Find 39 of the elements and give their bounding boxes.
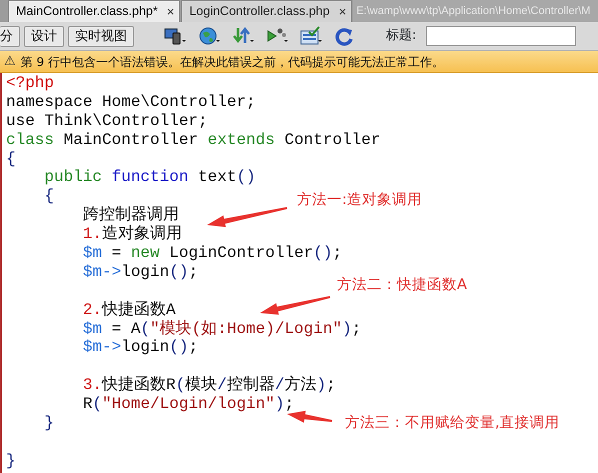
annotation-text: 方法二：快捷函数A bbox=[337, 276, 467, 295]
code-line: } bbox=[5, 452, 16, 471]
code-line: { bbox=[5, 150, 16, 168]
view-button[interactable]: 设计 bbox=[24, 26, 64, 46]
annotation-text: 方法一:造对象调用 bbox=[297, 190, 422, 210]
code-line: 3.快捷函数R(模块/控制器/方法); bbox=[82, 376, 336, 396]
warning-icon: ⚠ bbox=[4, 52, 16, 72]
view-button[interactable]: 分 bbox=[0, 26, 20, 46]
title-label: 标题: bbox=[386, 27, 416, 46]
code-line: 1.造对象调用 bbox=[82, 225, 182, 244]
code-line: $m->login(); bbox=[82, 262, 198, 282]
code-line: $m->login(); bbox=[82, 338, 198, 358]
code-line: } bbox=[43, 414, 54, 433]
close-button[interactable]: × bbox=[166, 2, 174, 22]
title-field[interactable] bbox=[426, 26, 576, 46]
arrow bbox=[260, 296, 330, 315]
code-line: 2.快捷函数A bbox=[82, 300, 176, 320]
arrow bbox=[287, 410, 332, 423]
code-line: <?php bbox=[5, 74, 54, 93]
annotation-text: 方法三：不用赋给变量,直接调用 bbox=[345, 414, 560, 433]
transfer-arrows-icon[interactable] bbox=[232, 26, 254, 46]
code-line: { bbox=[43, 187, 54, 206]
view-button[interactable]: 实时视图 bbox=[68, 26, 134, 46]
warning-message: 第 9 行中包含一个语法错误。在解决此错误之前，代码提示可能无法正常工作。 bbox=[20, 54, 444, 70]
file-path: E:\wamp\www\tp\Application\Home\Controller\M bbox=[353, 0, 598, 22]
code-line: 跨控制器调用 bbox=[82, 206, 179, 224]
editor-tab[interactable]: MainController.class.php* × bbox=[8, 0, 180, 22]
checklist-icon[interactable] bbox=[300, 26, 322, 46]
code-line: use Think\Controller; bbox=[5, 112, 208, 131]
code-line: $m = A("模块(如:Home)/Login"); bbox=[82, 320, 362, 338]
code-line: public function text() bbox=[43, 168, 256, 188]
code-line: namespace Home\Controller; bbox=[5, 92, 256, 112]
close-button[interactable]: × bbox=[338, 2, 346, 22]
devices-icon[interactable] bbox=[164, 26, 186, 46]
globe-icon[interactable] bbox=[198, 26, 220, 46]
editor-tab[interactable]: LoginController.class.php × bbox=[181, 0, 352, 22]
code-line: class MainController extends Controller bbox=[5, 130, 380, 150]
code-line: R("Home/Login/login"); bbox=[82, 395, 294, 414]
code-line: $m = new LoginController(); bbox=[82, 244, 342, 263]
